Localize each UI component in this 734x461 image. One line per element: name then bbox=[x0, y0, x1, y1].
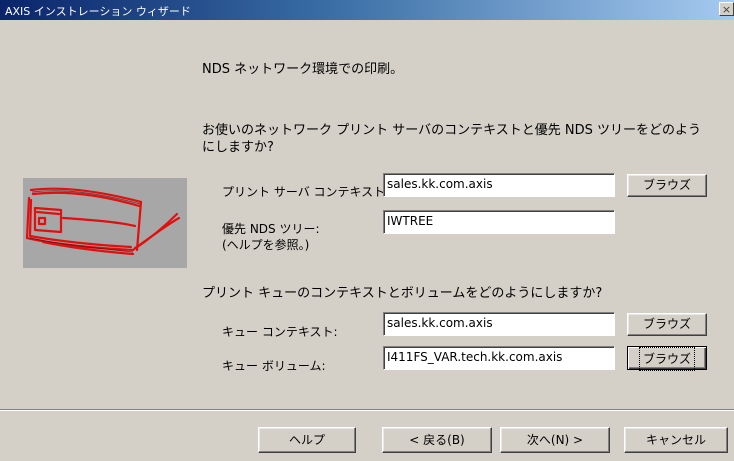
back-button[interactable]: < 戻る(B) bbox=[382, 427, 492, 453]
browse-queue-volume-button[interactable]: ブラウズ bbox=[627, 346, 707, 371]
print-server-context-label: プリント サーバ コンテキスト: bbox=[222, 185, 390, 199]
printer-image-panel bbox=[23, 178, 187, 268]
browse-queue-volume-label: ブラウズ bbox=[638, 347, 695, 371]
footer-divider bbox=[0, 409, 734, 411]
title-bar: AXIS インストレーション ウィザード × bbox=[0, 0, 734, 20]
context-question: お使いのネットワーク プリント サーバのコンテキストと優先 NDS ツリーをどの… bbox=[202, 123, 701, 155]
printer-drawing-icon bbox=[25, 187, 181, 256]
browse-queue-context-button[interactable]: ブラウズ bbox=[627, 313, 707, 336]
preferred-tree-help-note: (ヘルプを参照。) bbox=[222, 238, 310, 252]
print-server-context-field[interactable]: sales.kk.com.axis bbox=[383, 173, 615, 197]
queue-volume-field[interactable]: I411FS_VAR.tech.kk.com.axis bbox=[383, 346, 615, 370]
queue-context-field[interactable]: sales.kk.com.axis bbox=[383, 312, 615, 336]
help-button[interactable]: ヘルプ bbox=[258, 427, 356, 453]
next-button[interactable]: 次へ(N) > bbox=[500, 427, 610, 453]
queue-question: プリント キューのコンテキストとボリュームをどのようにしますか? bbox=[202, 286, 603, 301]
close-button[interactable]: × bbox=[719, 2, 734, 16]
queue-volume-label: キュー ボリューム: bbox=[222, 359, 326, 373]
queue-context-label: キュー コンテキスト: bbox=[222, 325, 338, 339]
close-icon: × bbox=[721, 3, 732, 16]
page-heading: NDS ネットワーク環境での印刷。 bbox=[202, 62, 404, 77]
browse-print-server-context-button[interactable]: ブラウズ bbox=[627, 174, 707, 197]
preferred-tree-field[interactable]: IWTREE bbox=[383, 210, 615, 234]
preferred-tree-label: 優先 NDS ツリー: bbox=[222, 222, 320, 236]
window-title: AXIS インストレーション ウィザード bbox=[5, 5, 191, 18]
cancel-button[interactable]: キャンセル bbox=[624, 427, 728, 453]
